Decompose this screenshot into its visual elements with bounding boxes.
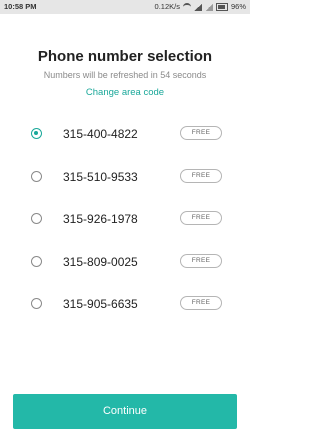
status-bar: 10:58 PM 0.12K/s 96%	[0, 0, 250, 14]
battery-icon	[215, 3, 228, 11]
free-badge: FREE	[180, 126, 222, 140]
network-speed: 0.12K/s	[154, 2, 180, 11]
phone-number: 315-809-0025	[63, 254, 138, 269]
number-list: 315-400-4822 FREE 315-510-9533 FREE 315-…	[0, 114, 250, 327]
radio-button[interactable]	[31, 255, 42, 267]
free-badge: FREE	[180, 253, 222, 268]
continue-button[interactable]: Continue	[13, 394, 237, 429]
phone-number: 315-926-1978	[63, 212, 138, 226]
change-area-code-link[interactable]: Change area code	[0, 87, 250, 98]
radio-button[interactable]	[31, 298, 42, 309]
battery-percent: 96%	[230, 2, 246, 11]
phone-number: 315-510-9533	[63, 169, 138, 184]
number-option[interactable]: 315-510-9533 FREE	[0, 157, 250, 200]
status-right-group: 0.12K/s 96%	[155, 0, 246, 14]
wifi-icon	[182, 3, 191, 11]
signal-secondary-icon	[204, 3, 213, 11]
free-badge: FREE	[180, 168, 222, 183]
number-option[interactable]: 315-400-4822 FREE	[0, 114, 250, 157]
radio-button-selected[interactable]	[31, 128, 42, 139]
status-time: 10:58 PM	[4, 2, 37, 11]
phone-number: 315-905-6635	[63, 297, 138, 311]
refresh-countdown-text: Numbers will be refreshed in 54 seconds	[43, 70, 207, 80]
free-badge: FREE	[180, 296, 222, 310]
number-option[interactable]: 315-905-6635 FREE	[0, 284, 250, 327]
page-title: Phone number selection	[37, 48, 213, 65]
radio-button[interactable]	[31, 170, 42, 182]
phone-number: 315-400-4822	[63, 127, 138, 141]
number-option[interactable]: 315-926-1978 FREE	[0, 199, 250, 242]
free-badge: FREE	[180, 211, 222, 225]
number-option[interactable]: 315-809-0025 FREE	[0, 242, 250, 285]
radio-button[interactable]	[31, 213, 42, 224]
signal-icon	[193, 3, 202, 11]
